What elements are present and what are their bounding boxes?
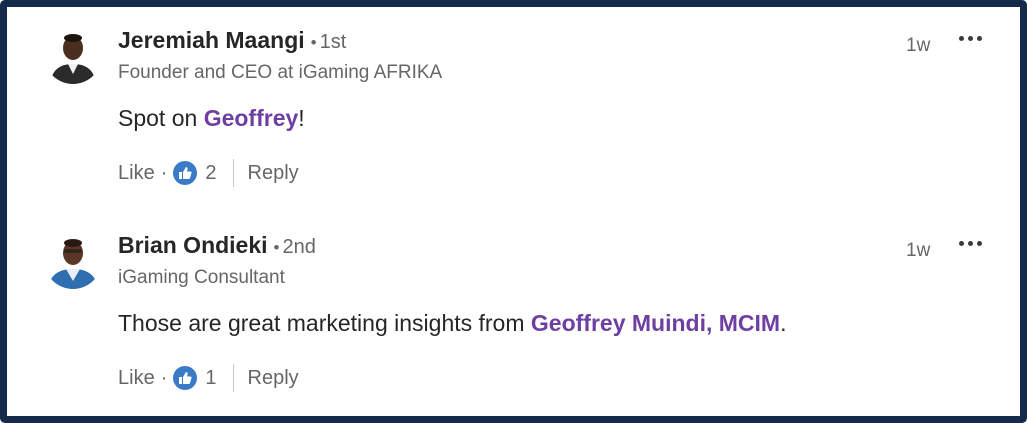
avatar[interactable]: [44, 231, 102, 289]
degree-separator: •: [273, 238, 280, 257]
comments-panel: Jeremiah Maangi • 1st Founder and CEO at i…: [0, 0, 1027, 423]
author-line: Brian Ondieki • 2nd: [118, 232, 316, 258]
author-name[interactable]: Jeremiah Maangi: [118, 27, 305, 53]
like-button[interactable]: Like: [118, 367, 155, 390]
thumbs-up-icon[interactable]: [173, 161, 198, 185]
ellipsis-icon[interactable]: [952, 230, 988, 256]
comment-text-before: Spot on: [118, 105, 204, 131]
connection-degree: 1st: [319, 31, 347, 53]
ellipsis-icon[interactable]: [952, 25, 988, 51]
thumbs-up-icon[interactable]: [173, 366, 198, 390]
comment-text: Those are great marketing insights from …: [118, 310, 786, 337]
reaction-count[interactable]: 2: [205, 162, 216, 185]
reaction-count[interactable]: 1: [205, 367, 216, 390]
action-separator: ·: [160, 366, 168, 389]
author-headline: iGaming Consultant: [118, 267, 285, 288]
divider: [232, 159, 234, 187]
comment-timestamp: 1w: [906, 35, 931, 56]
mention-link[interactable]: Geoffrey: [204, 105, 299, 131]
author-line: Jeremiah Maangi • 1st: [118, 27, 347, 53]
connection-degree: 2nd: [282, 236, 316, 258]
author-headline: Founder and CEO at iGaming AFRIKA: [118, 62, 443, 83]
like-button[interactable]: Like: [118, 162, 155, 185]
author-name[interactable]: Brian Ondieki: [118, 232, 268, 258]
reply-button[interactable]: Reply: [248, 367, 299, 390]
mention-link[interactable]: Geoffrey Muindi, MCIM: [531, 310, 780, 336]
comment-timestamp: 1w: [906, 240, 931, 261]
reply-button[interactable]: Reply: [248, 162, 299, 185]
comment-text-after: !: [298, 105, 305, 131]
comment-text-after: .: [780, 310, 787, 336]
avatar[interactable]: [44, 26, 102, 84]
comment-text-before: Those are great marketing insights from: [118, 310, 531, 336]
action-separator: ·: [160, 161, 168, 184]
comment-actions: Like · 1 Reply: [118, 363, 299, 393]
divider: [232, 364, 234, 392]
degree-separator: •: [310, 33, 317, 52]
comment-text: Spot on Geoffrey!: [118, 105, 305, 132]
comment-actions: Like · 2 Reply: [118, 158, 299, 188]
